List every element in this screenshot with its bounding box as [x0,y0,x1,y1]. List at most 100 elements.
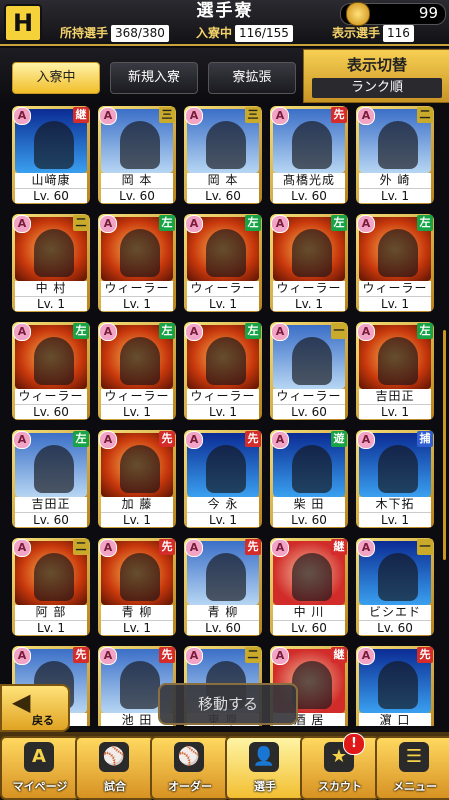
player-name: 阿 部 [15,605,87,620]
player-level: Lv. 1 [101,296,173,311]
player-silhouette [378,445,418,493]
rank-badge: A [271,647,289,665]
player-silhouette [34,445,74,493]
nav-mypage[interactable]: A マイページ [0,736,80,800]
player-card[interactable]: A 左吉田正 Lv. 1 [356,322,434,420]
player-card[interactable]: A 左ウィーラー Lv. 1 [184,214,262,312]
position-badge: 先 [159,539,175,555]
player-name: ビシエド [359,605,431,620]
position-badge: 二 [73,215,89,231]
page-title: 選手寮 [196,1,254,21]
player-silhouette [34,553,74,601]
position-badge: 左 [159,215,175,231]
rank-badge: A [99,215,117,233]
scrollbar[interactable] [443,330,446,560]
player-name: 吉田正 [359,389,431,404]
player-silhouette [34,229,74,277]
rank-badge: A [271,323,289,341]
player-card[interactable]: A 左ウィーラー Lv. 1 [98,322,176,420]
tab-expand[interactable]: 寮拡張 [208,62,296,94]
player-silhouette [206,553,246,601]
player-card[interactable]: A 捕木下拓 Lv. 1 [356,430,434,528]
player-level: Lv. 60 [273,512,345,527]
player-name: ウィーラー [273,389,345,404]
player-card[interactable]: A 継中 川 Lv. 60 [270,538,348,636]
player-name: 吉田正 [15,497,87,512]
rank-badge: A [13,647,31,665]
stat-owned: 所持選手 368/380 [60,25,169,42]
nav-scout[interactable]: ★ スカウト [300,736,380,800]
position-badge: 左 [245,323,261,339]
position-badge: 三 [159,107,175,123]
player-card[interactable]: A 継山﨑康 Lv. 60 [12,106,90,204]
player-card[interactable]: A 一ウィーラー Lv. 60 [270,322,348,420]
position-badge: 二 [417,107,433,123]
nav-match[interactable]: ⚾ 試合 [75,736,155,800]
display-switch-button[interactable]: 表示切替 ランク順 [303,49,449,103]
player-card[interactable]: A 左ウィーラー Lv. 1 [270,214,348,312]
rank-badge: A [271,107,289,125]
player-card[interactable]: A 先今 永 Lv. 1 [184,430,262,528]
player-card[interactable]: A 遊柴 田 Lv. 60 [270,430,348,528]
player-card[interactable]: A 二中 村 Lv. 1 [12,214,90,312]
player-card[interactable]: A 二外 崎 Lv. 1 [356,106,434,204]
player-silhouette [292,445,332,493]
display-switch-label: 表示切替 [346,56,407,74]
player-name: 青 柳 [187,605,259,620]
move-button[interactable]: 移動する [158,683,298,725]
rank-badge: A [357,107,375,125]
nav-order[interactable]: ⚾ オーダー [150,736,230,800]
player-card[interactable]: A 三岡 本 Lv. 60 [184,106,262,204]
player-card[interactable]: A 左ウィーラー Lv. 60 [12,322,90,420]
player-card[interactable]: A 三岡 本 Lv. 60 [98,106,176,204]
player-silhouette [378,121,418,169]
rank-badge: A [185,107,203,125]
back-arrow-icon: ◀ [12,688,31,716]
player-name: 加 藤 [101,497,173,512]
player-name: ウィーラー [273,281,345,296]
player-silhouette [120,661,160,709]
player-level: Lv. 60 [273,620,345,635]
mypage-icon: A [24,742,54,772]
player-card[interactable]: A 先髙橋光成 Lv. 60 [270,106,348,204]
position-badge: 先 [245,539,261,555]
player-card[interactable]: A 先加 藤 Lv. 1 [98,430,176,528]
player-card[interactable]: A 左吉田正 Lv. 60 [12,430,90,528]
player-card[interactable]: A 先青 柳 Lv. 60 [184,538,262,636]
player-name: 岡 本 [101,173,173,188]
player-card[interactable]: A 左ウィーラー Lv. 1 [98,214,176,312]
nav-label: メニュー [393,780,437,793]
tab-in-dorm[interactable]: 入寮中 [12,62,100,94]
back-button[interactable]: ◀ 戻る [0,684,70,732]
player-level: Lv. 60 [101,188,173,203]
sort-order: ランク順 [312,78,442,98]
player-level: Lv. 1 [359,296,431,311]
tab-new-entry[interactable]: 新規入寮 [110,62,198,94]
top-bar: H 選手寮 99 所持選手 368/380 入寮中 116/155 表示選手 116 [0,0,449,46]
position-badge: 先 [159,431,175,447]
player-card[interactable]: A 左ウィーラー Lv. 1 [184,322,262,420]
nav-menu[interactable]: ☰ メニュー [375,736,449,800]
position-badge: 一 [417,539,433,555]
player-silhouette [120,337,160,385]
rank-badge: A [185,215,203,233]
player-silhouette [378,337,418,385]
player-card[interactable]: A 先濵 口 [356,646,434,726]
nav-label: スカウト [318,780,362,793]
position-badge: 左 [417,215,433,231]
back-label: 戻る [32,714,54,727]
player-level: Lv. 1 [15,620,87,635]
player-silhouette [120,121,160,169]
player-silhouette [378,229,418,277]
player-card[interactable]: A 二阿 部 Lv. 1 [12,538,90,636]
player-card[interactable]: A 左ウィーラー Lv. 1 [356,214,434,312]
player-card[interactable]: A 一ビシエド Lv. 60 [356,538,434,636]
player-silhouette [378,661,418,709]
player-level: Lv. 1 [187,296,259,311]
player-level: Lv. 60 [187,188,259,203]
nav-label: 試合 [104,780,126,793]
position-badge: 左 [331,215,347,231]
player-level: Lv. 60 [15,512,87,527]
nav-players[interactable]: 👤 選手 [225,736,305,800]
player-card[interactable]: A 先青 柳 Lv. 1 [98,538,176,636]
